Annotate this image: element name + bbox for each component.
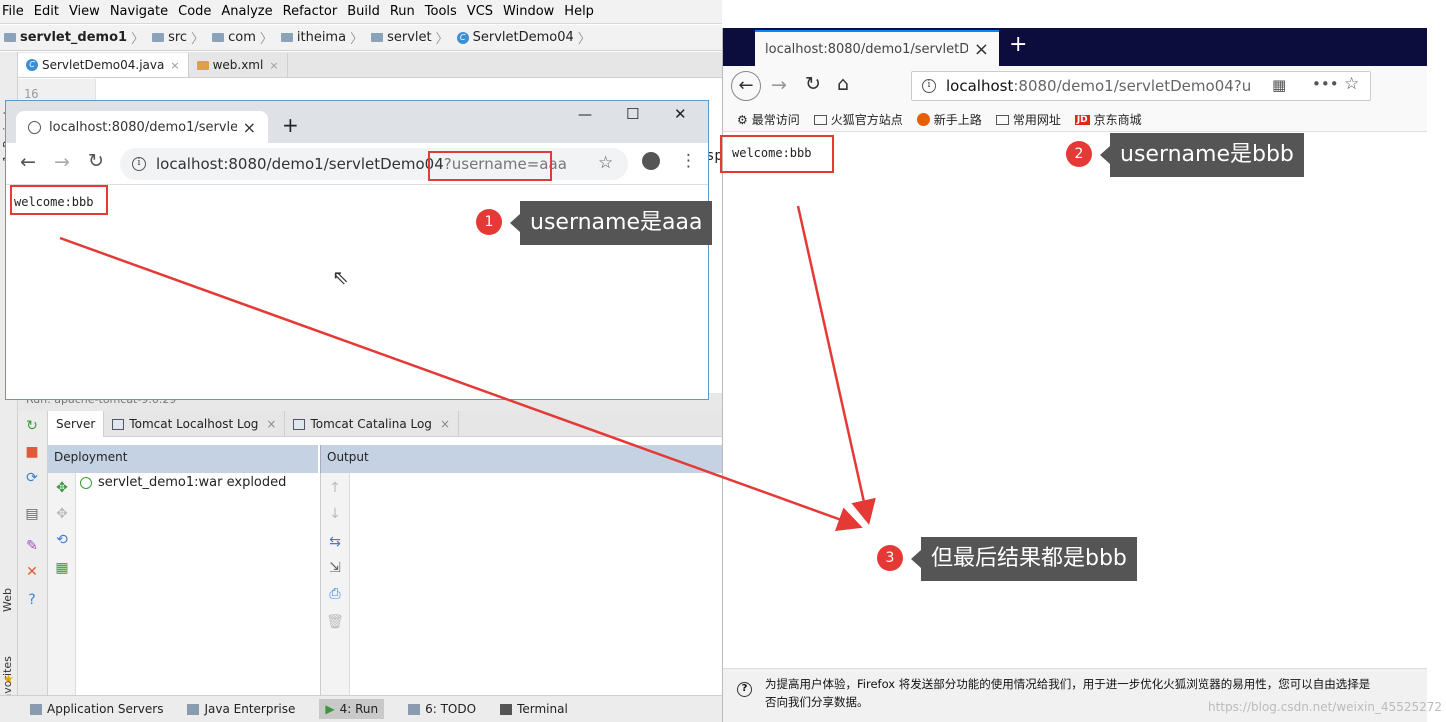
- annotation-bubble-1: username是aaa: [509, 201, 713, 245]
- arrow-chrome-to-conclusion: [59, 236, 863, 531]
- annotation-arrows: [59, 205, 876, 531]
- annotation-number-2: 2: [1066, 141, 1092, 167]
- annotation-bubble-3: 但最后结果都是bbb: [911, 537, 1137, 581]
- arrow-firefox-to-conclusion: [796, 205, 876, 525]
- annotation-bubble-2: username是bbb: [1100, 133, 1304, 177]
- annotation-number-1: 1: [476, 209, 502, 235]
- watermark: https://blog.csdn.net/weixin_45525272: [1207, 700, 1442, 714]
- annotation-number-3: 3: [877, 545, 903, 571]
